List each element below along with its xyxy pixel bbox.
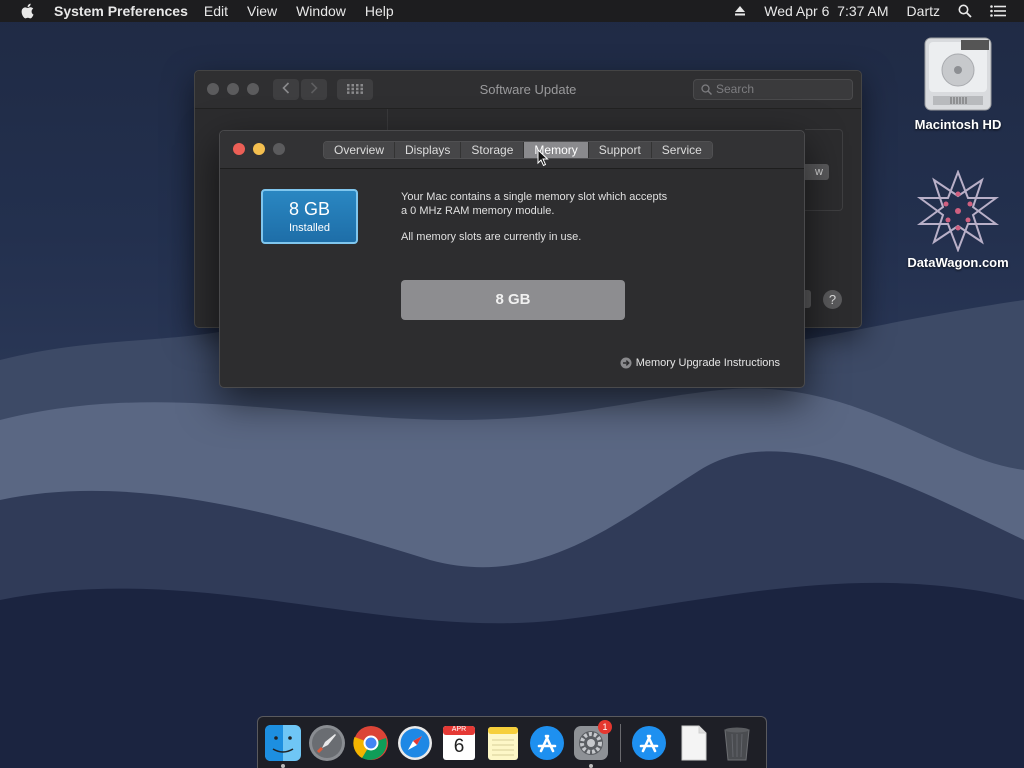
desktop-icon-label: DataWagon.com [907,255,1009,270]
arrow-circle-icon [620,357,632,369]
dock-item-system-preferences[interactable]: 1 [572,719,612,768]
minimize-button[interactable] [253,143,265,155]
dock-item-notes[interactable] [484,724,522,762]
dock-item-safari[interactable] [396,724,434,762]
eject-icon[interactable] [734,5,746,17]
desktop-icon-macintosh-hd[interactable]: Macintosh HD [903,34,1013,132]
window-titlebar[interactable]: Overview Displays Storage Memory Support… [220,131,804,169]
slots-note: All memory slots are currently in use. [401,231,582,243]
calendar-month: APR [451,725,467,733]
chrome-icon [353,725,388,760]
dock-item-app-store-downloads[interactable] [630,724,668,762]
trash-icon [724,727,750,760]
clock[interactable]: Wed Apr 6 7:37 AM [764,3,888,19]
memory-slot-bar: 8 GB [401,280,625,320]
notification-center-icon[interactable] [990,5,1006,17]
memory-description: Your Mac contains a single memory slot w… [401,190,721,256]
description-line-2: a 0 MHz RAM memory module. [401,205,555,217]
notification-badge: 1 [598,719,612,734]
update-now-button[interactable]: w [801,164,829,180]
tab-bar: Overview Displays Storage Memory Support… [323,141,713,159]
dock-item-chrome[interactable] [352,724,390,762]
description-line-1: Your Mac contains a single memory slot w… [401,191,668,203]
menu-bar: System Preferences Edit View Window Help… [0,0,1024,22]
dock-item-trash[interactable] [718,724,756,762]
memory-size: 8 GB [288,199,331,219]
dock-item-finder[interactable] [264,724,302,768]
dock-item-app-store[interactable] [528,724,566,762]
window-titlebar[interactable]: Software Update Search [195,71,861,109]
about-this-mac-window[interactable]: Overview Displays Storage Memory Support… [219,130,805,388]
desktop-icon-datawagon[interactable]: DataWagon.com [903,169,1013,270]
menu-edit[interactable]: Edit [204,3,228,19]
user-menu[interactable]: Dartz [907,3,940,19]
safari-compass-icon [398,725,432,760]
launchpad-rocket-icon [309,724,345,761]
zoom-button [273,143,285,155]
upgrade-link-label: Memory Upgrade Instructions [635,357,780,369]
help-icon: ? [828,292,837,307]
memory-upgrade-link[interactable]: Memory Upgrade Instructions [620,357,780,369]
help-button[interactable]: ? [823,290,842,309]
dock-item-launchpad[interactable] [308,724,346,762]
search-icon [701,84,712,95]
tab-support[interactable]: Support [588,142,652,158]
desktop-icon-label: Macintosh HD [914,117,1002,132]
tab-displays[interactable]: Displays [395,142,462,158]
document-icon [681,725,707,760]
apple-icon[interactable] [19,3,37,19]
notes-icon [488,726,518,760]
dock-item-document[interactable] [674,724,712,762]
menu-view[interactable]: View [247,3,277,19]
memory-status: Installed [289,222,330,234]
calendar-day: 6 [453,735,465,757]
star-emblem-icon [916,169,1000,253]
dock-separator [620,723,621,762]
search-placeholder: Search [716,82,755,96]
dock-item-calendar[interactable]: APR 6 [440,724,478,762]
app-store-icon [530,725,564,760]
tab-memory[interactable]: Memory [524,142,589,158]
close-button[interactable] [233,143,245,155]
memory-tile: 8 GB Installed [261,189,358,244]
menu-window[interactable]: Window [296,3,346,19]
dock: APR 6 1 [257,716,767,768]
hard-drive-icon [924,37,992,111]
running-indicator [281,763,285,768]
mouse-pointer-icon [537,149,549,167]
menu-help[interactable]: Help [365,3,394,19]
finder-icon [265,724,301,761]
app-store-icon [632,725,666,760]
running-indicator [589,763,593,768]
search-input[interactable]: Search [693,79,853,100]
tab-storage[interactable]: Storage [461,142,525,158]
app-menu[interactable]: System Preferences [54,3,188,19]
spotlight-search-icon[interactable] [958,4,972,18]
tab-overview[interactable]: Overview [324,142,396,158]
tab-service[interactable]: Service [651,142,712,158]
